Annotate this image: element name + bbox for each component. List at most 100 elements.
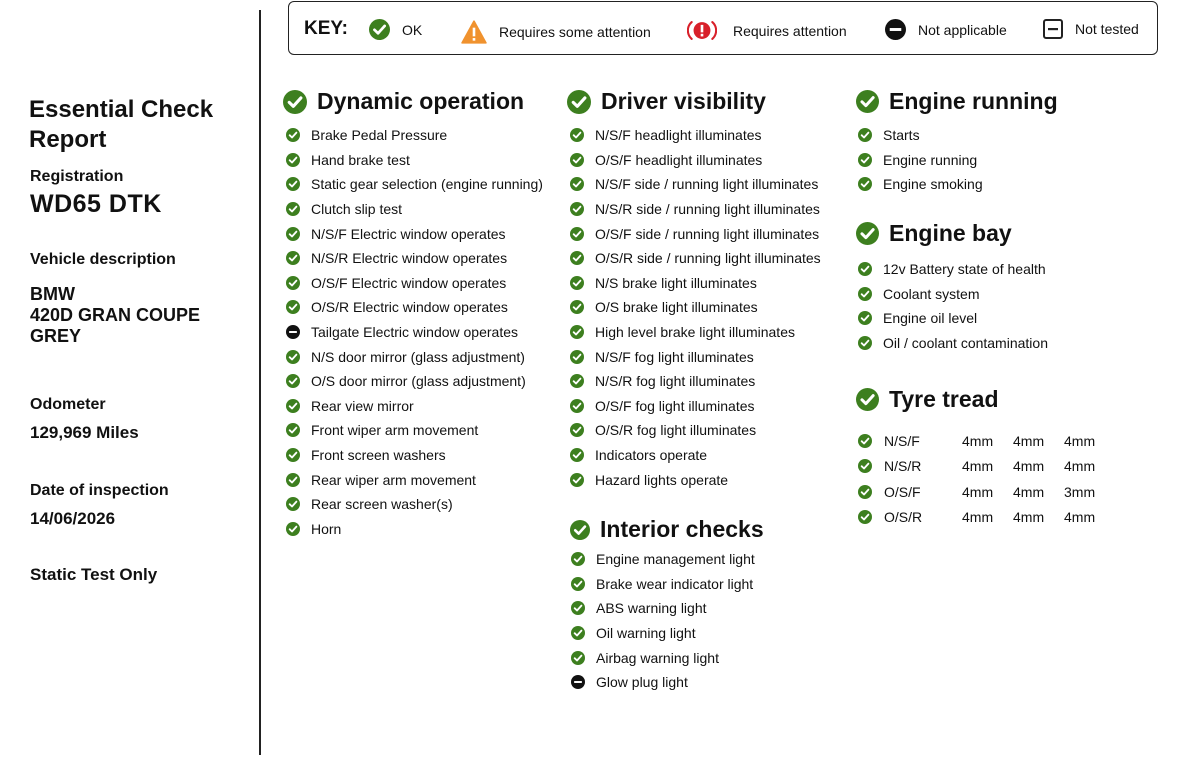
check-item: Oil warning light — [571, 621, 755, 646]
check-item: Front screen washers — [286, 443, 543, 468]
check-item-label: Rear screen washer(s) — [311, 496, 453, 513]
vehicle-description-label: Vehicle description — [30, 251, 176, 268]
check-item: ABS warning light — [571, 596, 755, 621]
check-item-label: Indicators operate — [595, 447, 708, 464]
check-item: Glow plug light — [571, 670, 755, 695]
dynamic-operation-list: Brake Pedal Pressure Hand brake test Stati… — [286, 123, 543, 541]
check-item: N/S/F Electric window operates — [286, 221, 543, 246]
minus-circle-icon — [286, 325, 300, 340]
section-title-engine-bay: Engine bay — [856, 220, 1012, 247]
check-item: Engine management light — [571, 547, 755, 572]
check-item-label: N/S/R side / running light illuminates — [595, 201, 820, 218]
alert-exclamation-icon — [687, 19, 717, 42]
check-item-label: Brake Pedal Pressure — [311, 127, 448, 144]
registration-value: WD65 DTK — [30, 190, 162, 218]
minus-circle-icon — [571, 675, 585, 690]
check-icon — [286, 374, 300, 389]
odometer-label: Odometer — [30, 396, 106, 413]
check-item: Clutch slip test — [286, 197, 543, 222]
check-item: O/S/R side / running light illuminates — [570, 246, 821, 271]
check-item: N/S/R side / running light illuminates — [570, 197, 821, 222]
tyre-tread-reading: 4mm — [1013, 509, 1045, 526]
engine-running-list: Starts Engine running Engine smoking — [858, 123, 983, 197]
interior-checks-list: Engine management light Brake wear indica… — [571, 547, 755, 695]
check-icon — [570, 202, 584, 217]
check-icon — [286, 128, 300, 143]
warning-triangle-icon — [461, 19, 487, 45]
minus-circle-icon — [885, 19, 906, 40]
check-item-label: O/S/F side / running light illuminates — [595, 225, 820, 242]
check-icon — [286, 423, 300, 438]
check-icon — [570, 275, 584, 290]
tyre-position: O/S/R — [884, 509, 923, 526]
section-title-dynamic-operation: Dynamic operation — [283, 88, 524, 115]
check-item: 12v Battery state of health — [858, 257, 1048, 282]
check-item: N/S brake light illuminates — [570, 271, 821, 296]
check-item-label: Clutch slip test — [311, 201, 403, 218]
check-item-label: Brake wear indicator light — [596, 575, 754, 592]
check-icon — [570, 374, 584, 389]
check-item-label: N/S/R fog light illuminates — [595, 373, 756, 390]
section-title-engine-running: Engine running — [856, 88, 1058, 115]
tyre-row: N/S/F 4mm 4mm 4mm — [858, 428, 1115, 454]
key-item-na: Not applicable — [885, 19, 1007, 40]
tyre-tread-reading: 4mm — [1064, 458, 1096, 475]
key-title: KEY: — [304, 18, 348, 39]
tyre-tread-reading: 4mm — [1013, 458, 1045, 475]
status-key: KEY: OK Requires some attention Requires… — [288, 1, 1158, 55]
check-item-label: N/S/F fog light illuminates — [595, 348, 754, 365]
check-item: Indicators operate — [570, 443, 821, 468]
check-icon — [283, 89, 307, 114]
check-item: Coolant system — [858, 282, 1048, 307]
check-item: N/S/F headlight illuminates — [570, 123, 821, 148]
check-icon — [858, 286, 872, 301]
tyre-tread-reading: 4mm — [1064, 432, 1096, 449]
check-icon — [567, 89, 591, 114]
check-icon — [858, 510, 872, 525]
tyre-row: O/S/F 4mm 4mm 3mm — [858, 479, 1115, 505]
check-item: Hand brake test — [286, 148, 543, 173]
check-item-label: O/S/R Electric window operates — [311, 299, 508, 316]
key-label-na: Not applicable — [918, 21, 1007, 38]
check-icon — [286, 251, 300, 266]
check-item-label: Front screen washers — [311, 447, 446, 464]
check-icon — [286, 497, 300, 512]
tyre-tread-reading: 4mm — [1013, 483, 1045, 500]
tyre-tread-reading: 4mm — [1064, 509, 1096, 526]
check-item-label: Horn — [311, 520, 342, 537]
check-item: Hazard lights operate — [570, 467, 821, 492]
check-icon — [570, 152, 584, 167]
check-item-label: 12v Battery state of health — [883, 261, 1046, 278]
check-item-label: Glow plug light — [596, 674, 688, 691]
key-item-ok: OK — [369, 19, 422, 40]
driver-visibility-list: N/S/F headlight illuminates O/S/F headlig… — [570, 123, 821, 492]
check-item-label: Front wiper arm movement — [311, 422, 479, 439]
check-item-label: N/S/F headlight illuminates — [595, 127, 762, 144]
tyre-tread-reading: 4mm — [962, 432, 994, 449]
inspection-date-value: 14/06/2026 — [30, 509, 116, 528]
check-item-label: Engine oil level — [883, 310, 978, 327]
check-item-label: Airbag warning light — [596, 649, 719, 666]
check-item: Horn — [286, 517, 543, 542]
tyre-tread-reading: 3mm — [1064, 483, 1096, 500]
check-item: O/S/F side / running light illuminates — [570, 221, 821, 246]
check-item: Rear wiper arm movement — [286, 467, 543, 492]
check-item-label: Engine management light — [596, 551, 755, 568]
check-icon — [570, 128, 584, 143]
check-item-label: N/S brake light illuminates — [595, 274, 757, 291]
check-item: Engine running — [858, 148, 983, 173]
engine-bay-list: 12v Battery state of health Coolant syste… — [858, 257, 1048, 355]
check-icon — [571, 601, 585, 616]
check-item-label: Static gear selection (engine running) — [311, 176, 543, 193]
check-icon — [571, 576, 585, 591]
check-icon — [858, 459, 872, 474]
check-icon — [858, 177, 872, 192]
section-title-interior-checks: Interior checks — [570, 516, 764, 543]
tyre-row: N/S/R 4mm 4mm 4mm — [858, 454, 1115, 480]
check-icon — [286, 521, 300, 536]
tyre-tread-reading: 4mm — [962, 509, 994, 526]
tyre-tread-reading: 4mm — [962, 458, 994, 475]
key-label-warning: Requires some attention — [499, 24, 651, 40]
check-item: O/S brake light illuminates — [570, 295, 821, 320]
report-title: Essential Check Report — [29, 96, 214, 153]
